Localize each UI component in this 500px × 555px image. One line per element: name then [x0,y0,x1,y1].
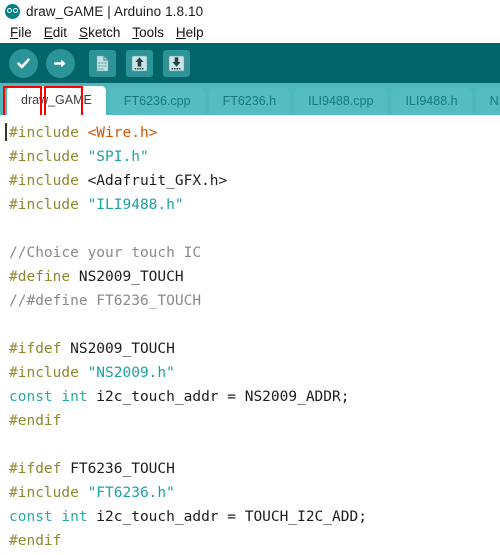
code-token: #include [9,485,88,501]
arduino-infinity-icon [5,3,20,19]
code-line: //#define FT6236_TOUCH [4,289,500,313]
code-token: "SPI.h" [87,149,149,165]
arrow-up-icon [125,49,153,77]
code-token: const int [9,509,88,525]
menu-mnemonic: S [79,25,89,40]
code-line: #include "NS2009.h" [4,361,500,385]
code-token: #include [9,125,88,141]
tab-ft6236-h[interactable]: FT6236.h [208,88,291,115]
code-token: #include [9,149,88,165]
menu-item-file[interactable]: File [4,25,38,40]
code-line: #include "FT6236.h" [4,481,500,505]
code-token: FT6236_TOUCH [70,461,175,477]
code-token: #define [9,269,79,285]
new-document-icon [88,49,116,77]
menu-label-rest: dit [52,25,68,40]
code-token: "ILI9488.h" [87,197,184,213]
menu-label-rest: elp [185,25,204,40]
tab-ili9488-cpp[interactable]: ILI9488.cpp [294,88,388,115]
code-token: NS2009_TOUCH [70,341,175,357]
code-line: //Choice your touch IC [4,241,500,265]
code-token: #ifdef [9,341,71,357]
checkmark-icon [8,48,38,78]
tab-draw-game[interactable]: draw_GAME [7,86,106,115]
code-token: const int [9,389,88,405]
menu-item-edit[interactable]: Edit [38,25,73,40]
code-token: #ifdef [9,461,71,477]
code-line: #include <Adafruit_GFX.h> [4,169,500,193]
code-line: #define NS2009_TOUCH [4,265,500,289]
text-caret [5,123,7,141]
code-line: #include "ILI9488.h" [4,193,500,217]
menu-bar: File Edit Sketch Tools Help [0,22,500,43]
code-line: #include "SPI.h" [4,145,500,169]
code-line: const int i2c_touch_addr = NS2009_ADDR; [4,385,500,409]
arrow-down-icon [162,49,190,77]
menu-label-rest: ools [139,25,164,40]
tab-ns20[interactable]: NS20 [475,88,500,115]
window-title: draw_GAME | Arduino 1.8.10 [26,3,204,19]
new-button[interactable] [85,46,119,80]
code-token: "NS2009.h" [87,365,175,381]
code-line: #include <Wire.h> [4,121,500,145]
tab-ili9488-h[interactable]: ILI9488.h [391,88,472,115]
open-button[interactable] [122,46,156,80]
upload-button[interactable] [43,46,77,80]
code-line: #endif [4,409,500,433]
menu-label-rest: ketch [88,25,121,40]
code-line: #endif [4,529,500,553]
code-token: #endif [9,533,62,549]
save-button[interactable] [159,46,193,80]
code-token: "FT6236.h" [87,485,175,501]
verify-button[interactable] [6,46,40,80]
code-token: #include [9,365,88,381]
code-token: i2c_touch_addr = NS2009_ADDR; [87,389,350,405]
code-token: //#define FT6236_TOUCH [9,293,202,309]
menu-mnemonic: E [43,25,53,40]
menu-item-sketch[interactable]: Sketch [73,25,126,40]
code-token: <Adafruit_GFX.h> [87,173,228,189]
toolbar [0,43,500,123]
menu-mnemonic: H [175,25,186,40]
code-token: //Choice your touch IC [9,245,202,261]
code-token: #endif [9,413,62,429]
sketch-tab-bar: draw_GAME FT6236.cpp FT6236.h ILI9488.cpp IL… [0,83,500,115]
code-line: #ifdef NS2009_TOUCH [4,337,500,361]
code-line: #ifdef FT6236_TOUCH [4,457,500,481]
code-token: <Wire.h> [87,125,158,141]
code-token: #include [9,173,88,189]
code-token: i2c_touch_addr = TOUCH_I2C_ADD; [87,509,367,525]
menu-label-rest: ile [18,25,32,40]
menu-mnemonic: F [10,25,19,40]
menu-item-tools[interactable]: Tools [126,25,170,40]
code-token: NS2009_TOUCH [78,269,184,285]
tab-ft6236-cpp[interactable]: FT6236.cpp [109,88,205,115]
code-line: const int i2c_touch_addr = TOUCH_I2C_ADD… [4,505,500,529]
code-editor[interactable]: #include <Wire.h> #include "SPI.h" #includ… [0,115,500,555]
menu-item-help[interactable]: Help [170,25,210,40]
arrow-right-icon [45,48,75,78]
code-token: #include [9,197,88,213]
title-bar: draw_GAME | Arduino 1.8.10 [0,0,500,22]
